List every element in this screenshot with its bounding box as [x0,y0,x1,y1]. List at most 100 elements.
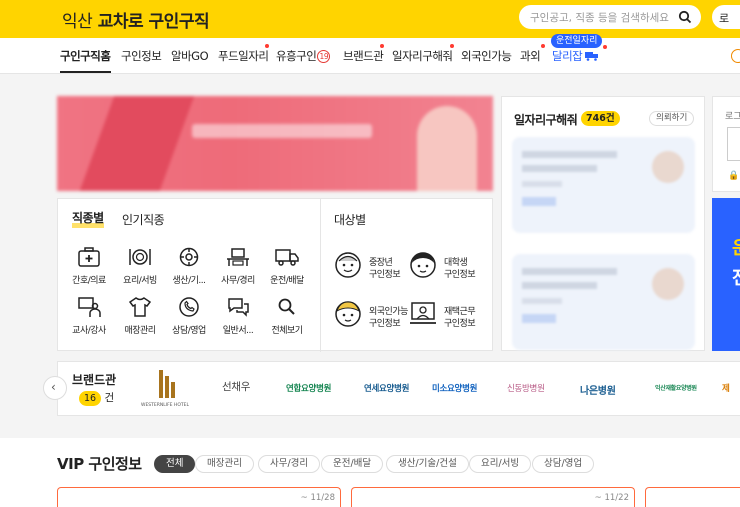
senior-face-icon [335,252,361,278]
adult-badge: 19 [317,50,331,63]
brand-logo-text: WESTERNLIFE HOTEL [141,403,189,408]
nav-item-food[interactable]: 푸드일자리 [218,48,269,64]
new-dot [450,44,454,48]
remote-work-icon [410,302,436,324]
category-label: 매장관리 [124,326,156,336]
category-production[interactable]: 생산/기... [164,246,214,286]
gear-icon [179,247,199,267]
category-view-all[interactable]: 전체보기 [262,296,312,336]
category-teacher[interactable]: 교사/강사 [64,296,114,336]
side-ad-banner[interactable]: 운 전 [712,198,740,351]
vip-job-card[interactable] [645,487,740,507]
brand-logo-partial[interactable]: 제 [722,382,730,394]
filter-chip[interactable]: 상담/영업 [532,455,595,473]
vip-job-card[interactable]: ~ 11/22 [351,487,635,507]
nav-item-dallijob[interactable]: 달리잡 [552,48,599,64]
brand-logo-yonsei[interactable]: 연세요양병원 [364,382,409,394]
category-general-service[interactable]: 일반서... [213,296,263,336]
page: 익산 교차로 구인구직 구인공고, 직종 등을 검색하세요 로 구인구직홈 구인… [0,0,740,507]
category-label: 요리/서빙 [123,276,157,286]
filter-chip-all[interactable]: 전체 [154,455,196,473]
target-sublabel: 구인정보 [444,270,476,280]
login-button[interactable]: 로 [712,5,740,29]
logo-city: 익산 [62,12,93,32]
nav-item-brand[interactable]: 브랜드관 [343,48,384,64]
vip-job-card[interactable]: ~ 11/28 [57,487,341,507]
nav-item-find-job[interactable]: 일자리구해줘 [392,48,453,64]
chat-icon [228,298,249,317]
login-input[interactable] [727,127,740,161]
new-dot [380,44,384,48]
category-label: 전체보기 [271,326,303,336]
filter-chip[interactable]: 사무/경리 [258,455,321,473]
nav-item-tutoring[interactable]: 과외 [520,48,541,64]
search-input[interactable]: 구인공고, 직종 등을 검색하세요 [519,5,701,29]
blurred-text [522,298,562,304]
target-sublabel: 구인정보 [369,319,401,329]
header-bar: 익산 교차로 구인구직 구인공고, 직종 등을 검색하세요 로 [0,0,740,38]
brand-logo-westernlife[interactable]: WESTERNLIFE HOTEL [141,368,189,408]
brand-logo-naeun[interactable]: 나은병원 [580,382,616,397]
login-panel-label: 로그 [725,112,740,122]
vip-title: VIP 구인정보 [57,455,142,473]
site-logo[interactable]: 익산 교차로 구인구직 [62,7,210,32]
category-sales[interactable]: 상담/영업 [164,296,214,336]
login-button-label: 로 [719,12,730,25]
truck-icon [275,249,299,266]
search-icon[interactable] [678,10,692,24]
brand-logo-miso[interactable]: 미소요양병원 [432,382,477,394]
active-tab-underline [60,71,111,73]
brand-prev-button[interactable]: ‹ [43,376,67,400]
nav-item-adult[interactable]: 유흥구인 19 [276,48,331,64]
ad-graphic: 운 [732,234,740,260]
brand-count-unit: 건 [104,392,115,404]
category-label: 생산/기... [172,276,206,286]
nav-item-jobs[interactable]: 구인정보 [121,48,162,64]
filter-chip[interactable]: 운전/배달 [321,455,384,473]
drive-job-tag: 운전일자리 [551,34,603,48]
job-card[interactable] [512,137,695,233]
deadline-date: ~ 11/28 [300,493,335,503]
count-badge: 746건 [581,111,620,126]
partial-circle-icon [731,49,740,63]
avatar [652,151,684,183]
category-office[interactable]: 사무/경리 [213,246,263,286]
category-cooking[interactable]: 요리/서빙 [115,246,165,286]
search-placeholder: 구인공고, 직종 등을 검색하세요 [530,12,669,24]
request-button[interactable]: 의뢰하기 [649,111,695,126]
vip-section: VIP 구인정보 전체 매장관리 사무/경리 운전/배달 생산/기술/건설 요리… [0,438,740,507]
job-card[interactable] [512,254,695,350]
brand-logo-sunchaewoo[interactable]: 선채우 [222,379,250,394]
banner-graphic [79,96,195,191]
divider [320,199,321,352]
blurred-tag [522,314,556,323]
brand-logo-iksan-rehab[interactable]: 익산재활요양병원 [655,383,697,392]
ad-graphic: 전 [732,264,740,290]
nav-item-home[interactable]: 구인구직홈 [60,48,111,64]
main-nav: 구인구직홈 구인정보 알바GO 푸드일자리 유흥구인 19 브랜드관 일자리구해줘… [0,38,740,74]
category-driving[interactable]: 운전/배달 [262,246,312,286]
brand-logo-sindongbang[interactable]: 신동방병원 [507,382,545,394]
filter-chip[interactable]: 생산/기술/건설 [386,455,469,473]
category-box: 직종별 인기직종 대상별 간호/의료 요리/서빙 생산/기... 사무/경리 운… [57,198,493,352]
nav-item-albago[interactable]: 알바GO [171,48,209,64]
category-label: 사무/경리 [221,276,255,286]
logo-graphic [171,382,175,398]
blurred-text [522,268,617,275]
filter-chip[interactable]: 매장관리 [195,455,254,473]
nav-item-foreigner[interactable]: 외국인가능 [461,48,512,64]
tab-by-job[interactable]: 직종별 [72,211,104,228]
search-icon [278,298,295,315]
teacher-icon [78,297,101,317]
category-store[interactable]: 매장관리 [115,296,165,336]
brand-logo-yeonhap[interactable]: 연합요양병원 [286,382,331,394]
avatar [652,268,684,300]
login-panel: 로그 🔒 [712,96,740,192]
brand-title: 브랜드관 [72,373,117,387]
tab-popular-jobs[interactable]: 인기직종 [122,211,165,228]
promo-banner[interactable] [57,96,493,191]
tab-by-target[interactable]: 대상별 [334,211,366,228]
shirt-icon [128,297,152,317]
category-nursing[interactable]: 간호/의료 [64,246,114,286]
filter-chip[interactable]: 요리/서빙 [469,455,532,473]
